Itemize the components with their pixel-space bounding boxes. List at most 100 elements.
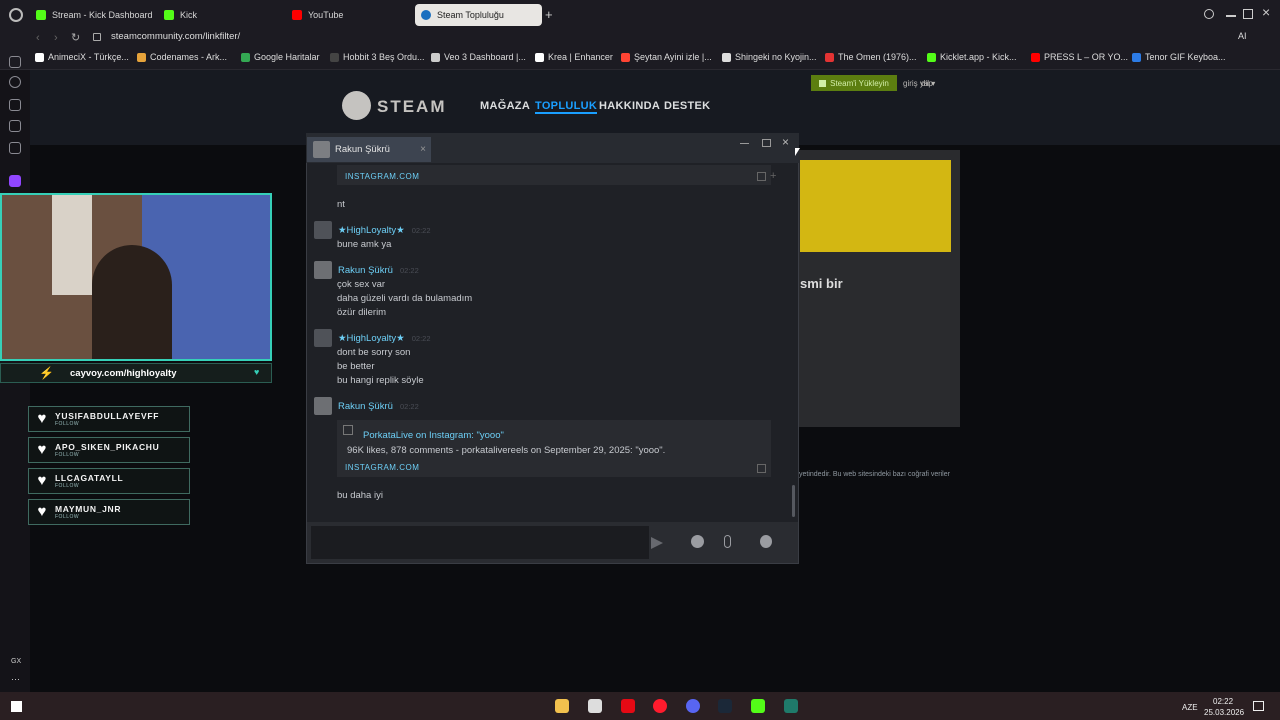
embed-domain[interactable]: INSTAGRAM.COM	[345, 463, 419, 472]
sidebar-home-icon[interactable]	[9, 56, 21, 68]
message-author[interactable]: Rakun Şükrü	[338, 401, 393, 412]
message-author[interactable]: ★HighLoyalty★	[338, 333, 405, 344]
ai-button[interactable]: AI	[1238, 31, 1247, 41]
bookmark-favicon-icon	[535, 52, 544, 62]
kick-taskbar-icon[interactable]	[751, 699, 765, 713]
bookmark-favicon-icon	[137, 52, 146, 62]
netflix-icon[interactable]	[621, 699, 635, 713]
close-icon[interactable]: ×	[1262, 4, 1270, 20]
message-author[interactable]: Rakun Şükrü	[338, 265, 393, 276]
embed-title[interactable]: PorkataLive on Instagram: "yooo"	[363, 430, 504, 441]
url-input[interactable]: steamcommunity.com/linkfilter/	[111, 31, 240, 42]
file-explorer-icon[interactable]	[555, 699, 569, 713]
more-icon[interactable]: ⋯	[11, 674, 20, 685]
reload-icon[interactable]: ↻	[71, 31, 80, 44]
nav-community[interactable]: TOPLULUK	[535, 100, 598, 114]
voice-icon[interactable]	[760, 535, 772, 548]
message-time: 02:22	[399, 402, 419, 411]
discord-icon[interactable]	[686, 699, 700, 713]
bookmark-label: Kicklet.app - Kick...	[940, 52, 1017, 62]
chat-message-header: ★HighLoyalty★ 02:22	[338, 224, 431, 236]
copy-icon[interactable]	[757, 464, 766, 473]
nav-store[interactable]: MAĞAZA	[480, 100, 530, 112]
close-tab-icon[interactable]: ×	[420, 144, 426, 155]
nav-about[interactable]: HAKKINDA	[599, 100, 660, 112]
mouse-cursor-icon	[795, 148, 800, 156]
bookmark-item[interactable]: Hobbit 3 Beş Ordu...	[330, 52, 425, 62]
attachment-icon[interactable]	[724, 535, 731, 548]
tab-kick[interactable]: Kick	[158, 4, 283, 26]
chat-minimize-icon[interactable]	[740, 143, 749, 144]
chat-tab[interactable]: Rakun Şükrü ×	[307, 137, 431, 162]
search-icon[interactable]	[1204, 9, 1214, 19]
mention-icon[interactable]: +	[770, 170, 776, 182]
bookmark-favicon-icon	[825, 52, 834, 62]
download-icon	[819, 79, 827, 87]
sidebar-mail-icon[interactable]	[9, 142, 21, 154]
user-avatar	[314, 221, 332, 239]
clock-time[interactable]: 02:22	[1213, 697, 1233, 706]
calendar-icon[interactable]	[588, 699, 602, 713]
app-taskbar-icon[interactable]	[784, 699, 798, 713]
bookmark-item[interactable]: Krea | Enhancer	[535, 52, 613, 62]
new-tab-icon[interactable]: +	[545, 8, 553, 21]
bookmark-item[interactable]: PRESS L – OR YO...	[1031, 52, 1128, 62]
kick-icon	[36, 10, 46, 20]
message-author[interactable]: ★HighLoyalty★	[338, 225, 405, 236]
bookmark-favicon-icon	[1132, 52, 1141, 62]
bookmark-favicon-icon	[35, 52, 44, 62]
footer-text: yetindedir. Bu web sitesindeki bazı coğr…	[799, 471, 950, 478]
tab-kick-dashboard[interactable]: Stream - Kick Dashboard	[30, 4, 155, 26]
bookmark-item[interactable]: Google Haritalar	[241, 52, 320, 62]
steam-logo-text[interactable]: STEAM	[377, 97, 447, 117]
bookmark-item[interactable]: Şeytan Ayini izle |...	[621, 52, 712, 62]
brand-url: cayvoy.com/highloyalty	[70, 368, 177, 379]
maximize-icon[interactable]	[1243, 9, 1253, 19]
bookmark-item[interactable]: Kicklet.app - Kick...	[927, 52, 1017, 62]
follower-name: APO_SIKEN_PIKACHU	[55, 441, 160, 452]
bookmark-item[interactable]: AnimeciX - Türkçe...	[35, 52, 129, 62]
bookmark-item[interactable]: Codenames - Ark...	[137, 52, 227, 62]
message-input[interactable]	[311, 526, 649, 559]
tab-steam-community[interactable]: Steam Topluluğu	[415, 4, 542, 26]
emoji-icon[interactable]	[691, 535, 704, 548]
chat-message-line: özür dilerim	[337, 307, 387, 318]
input-language[interactable]: AZE	[1182, 703, 1198, 712]
nav-support[interactable]: DESTEK	[664, 100, 710, 112]
clock-date[interactable]: 25.03.2026	[1204, 708, 1244, 717]
back-icon[interactable]: ‹	[36, 32, 40, 44]
bookmark-favicon-icon	[431, 52, 440, 62]
follower-alert: ♥ YUSIFABDULLAYEVFF FOLLOW	[28, 406, 190, 432]
chat-scrollbar[interactable]	[792, 485, 795, 517]
windows-start-icon[interactable]	[11, 701, 22, 712]
minimize-icon[interactable]	[1226, 15, 1236, 17]
chat-maximize-icon[interactable]	[762, 139, 771, 147]
opera-icon[interactable]	[653, 699, 667, 713]
steam-logo-icon[interactable]	[342, 91, 371, 120]
bookmark-item[interactable]: Veo 3 Dashboard |...	[431, 52, 526, 62]
tab-label: YouTube	[308, 10, 344, 20]
bookmark-item[interactable]: Tenor GIF Keyboa...	[1132, 52, 1226, 62]
send-icon[interactable]	[651, 537, 663, 549]
sidebar-notes-icon[interactable]	[9, 120, 21, 132]
bookmark-favicon-icon	[722, 52, 731, 62]
lightning-icon: ⚡	[39, 366, 54, 380]
copy-icon[interactable]	[757, 172, 766, 181]
bookmark-item[interactable]: Shingeki no Kyojin...	[722, 52, 817, 62]
embed-domain-top[interactable]: INSTAGRAM.COM	[345, 172, 419, 181]
message-time: 02:22	[399, 266, 419, 275]
steam-taskbar-icon[interactable]	[718, 699, 732, 713]
language-label: dil	[921, 79, 930, 88]
language-dropdown[interactable]: dil ▾	[921, 79, 935, 88]
twitch-icon[interactable]	[9, 175, 21, 187]
sidebar-wallet-icon[interactable]	[9, 99, 21, 111]
install-steam-button[interactable]: Steam'i Yükleyin	[811, 75, 897, 91]
tab-youtube[interactable]: YouTube	[286, 4, 411, 26]
sidebar-history-icon[interactable]	[9, 76, 21, 88]
forward-icon[interactable]: ›	[54, 32, 58, 44]
chat-close-icon[interactable]: ×	[782, 135, 789, 149]
notifications-icon[interactable]	[1253, 701, 1264, 711]
bookmark-item[interactable]: The Omen (1976)...	[825, 52, 917, 62]
opera-logo-icon[interactable]	[9, 8, 23, 22]
webcam-door	[52, 195, 92, 295]
